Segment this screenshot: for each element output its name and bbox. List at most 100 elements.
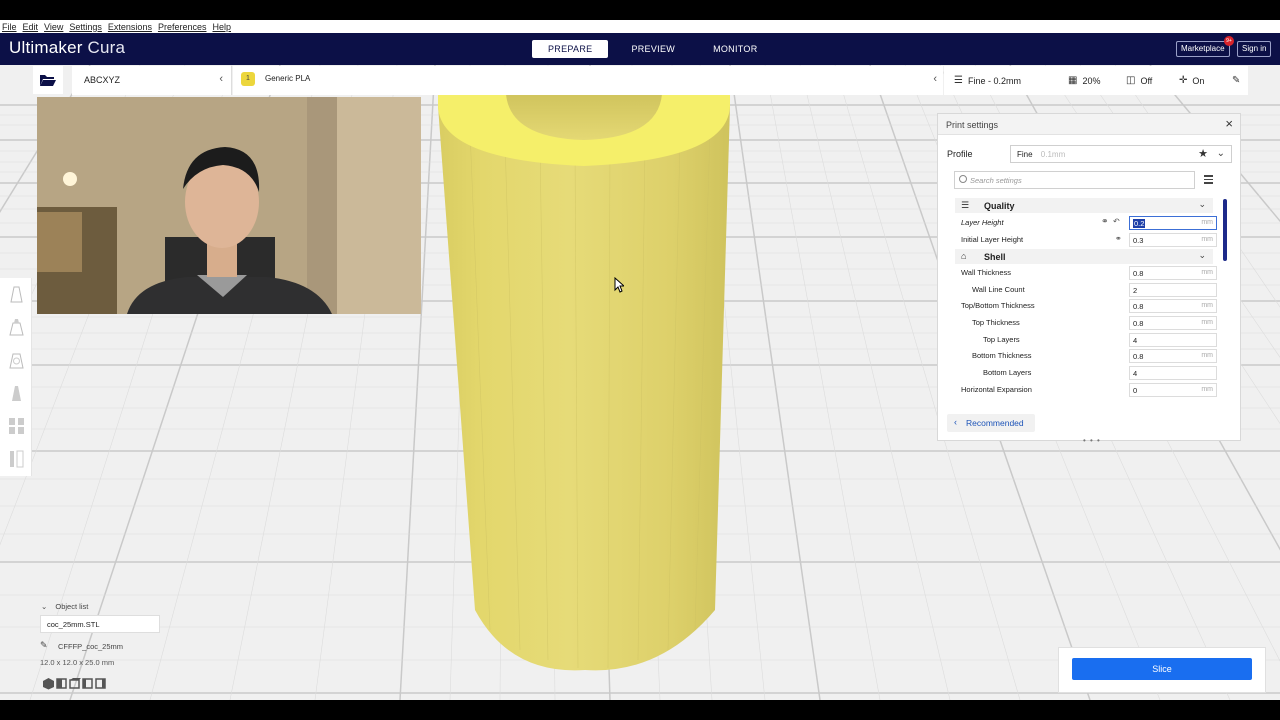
category-quality[interactable]: ☰ Quality ⌄ — [955, 198, 1213, 213]
setting-row-layer-height: Layer Height ⚭ ↶ 0.2 mm — [955, 215, 1217, 231]
setting-label: Bottom Thickness — [972, 351, 1032, 360]
print-settings-panel: Print settings × Profile Fine 0.1mm ★ ⌄ … — [937, 113, 1241, 445]
scale-tool-icon[interactable] — [7, 317, 25, 337]
menu-edit[interactable]: Edit — [23, 22, 39, 32]
setting-label: Wall Thickness — [961, 268, 1012, 277]
setting-input[interactable]: 0.8 mm — [1129, 349, 1217, 363]
reset-icon[interactable]: ↶ — [1113, 217, 1120, 226]
setting-input[interactable]: 0 mm — [1129, 383, 1217, 397]
move-tool-icon[interactable] — [7, 284, 25, 304]
webcam-overlay — [37, 97, 421, 314]
setting-input[interactable]: 4 — [1129, 333, 1217, 347]
category-label: Shell — [984, 252, 1006, 262]
printer-selector[interactable]: ABCXYZ ‹ — [72, 66, 232, 95]
infill-value: 20% — [1082, 75, 1101, 86]
slice-button[interactable]: Slice — [1072, 658, 1252, 680]
setting-label: Bottom Layers — [983, 368, 1032, 377]
object-list-label: Object list — [55, 602, 89, 611]
panel-header: Print settings × — [938, 114, 1240, 135]
layers-icon: ☰ — [954, 75, 963, 86]
camera-view-buttons — [42, 677, 107, 690]
per-model-settings-icon[interactable] — [7, 416, 25, 436]
profile-dropdown[interactable]: Fine 0.1mm ★ ⌄ — [1010, 145, 1232, 163]
profile-value: Fine — [1017, 150, 1033, 159]
tab-prepare[interactable]: PREPARE — [532, 40, 609, 58]
setting-value: 0.3 — [1133, 236, 1144, 245]
menu-help[interactable]: Help — [212, 22, 231, 32]
setting-row-bottom-thickness: Bottom Thickness 0.8 mm — [955, 348, 1217, 364]
setting-value: 0 — [1133, 386, 1138, 395]
setting-label: Top Thickness — [972, 318, 1020, 327]
setting-input[interactable]: 0.3 mm — [1129, 233, 1217, 247]
3d-model-cylinder[interactable] — [430, 90, 740, 675]
setting-input[interactable]: 2 — [1129, 283, 1217, 297]
profile-label: Profile — [947, 149, 973, 159]
search-settings-input[interactable]: Search settings — [954, 171, 1195, 189]
view-front-icon[interactable] — [55, 677, 68, 690]
star-icon[interactable]: ★ — [1198, 147, 1208, 160]
mirror-tool-icon[interactable] — [7, 383, 25, 403]
stage-tabs: PREPARE PREVIEW MONITOR — [532, 40, 781, 58]
setting-value: 0.8 — [1133, 352, 1144, 361]
setting-value: 0.8 — [1133, 269, 1144, 278]
setting-label: Layer Height — [961, 218, 1004, 227]
marketplace-badge: 9+ — [1224, 36, 1234, 46]
marketplace-button[interactable]: Marketplace — [1176, 41, 1230, 57]
setting-row-wall-thickness: Wall Thickness 0.8 mm — [955, 265, 1217, 281]
view-3d-icon[interactable] — [42, 677, 55, 690]
object-list-item[interactable]: coc_25mm.STL — [40, 615, 160, 633]
support-blocker-icon[interactable] — [7, 449, 25, 469]
profile-value-wrap: Fine 0.1mm — [1017, 150, 1065, 159]
setting-row-top-layers: Top Layers 4 — [955, 332, 1217, 348]
setting-value: 0.8 — [1133, 302, 1144, 311]
object-file-name: coc_25mm.STL — [47, 620, 100, 629]
edit-settings-button[interactable]: ✎ — [1232, 75, 1245, 86]
setting-input[interactable]: 0.8 mm — [1129, 316, 1217, 330]
menu-file[interactable]: File — [2, 22, 17, 32]
link-icon: ⚭ — [1115, 234, 1122, 243]
rotate-tool-icon[interactable] — [7, 350, 25, 370]
recommended-button[interactable]: ‹ Recommended — [947, 414, 1035, 432]
menu-extensions[interactable]: Extensions — [108, 22, 152, 32]
view-top-icon[interactable] — [68, 677, 81, 690]
tool-column — [0, 278, 32, 476]
menu-settings[interactable]: Settings — [69, 22, 102, 32]
settings-scrollbar[interactable] — [1223, 199, 1227, 261]
menu-view[interactable]: View — [44, 22, 63, 32]
printer-name: ABCXYZ — [84, 75, 121, 85]
setting-label: Top/Bottom Thickness — [961, 301, 1035, 310]
panel-resize-handle[interactable]: • • • — [1083, 436, 1101, 445]
setting-input[interactable]: 0.8 mm — [1129, 299, 1217, 313]
webcam-image — [37, 97, 421, 314]
setting-input[interactable]: 4 — [1129, 366, 1217, 380]
view-left-icon[interactable] — [81, 677, 94, 690]
tab-monitor[interactable]: MONITOR — [698, 40, 772, 58]
print-settings-summary[interactable]: ☰ Fine - 0.2mm ▦ 20% ◫ Off ✛ On ✎ — [944, 66, 1248, 95]
object-list-header[interactable]: ⌄ Object list — [41, 602, 88, 611]
material-name: Generic PLA — [265, 74, 311, 83]
menu-preferences[interactable]: Preferences — [158, 22, 207, 32]
setting-label: Top Layers — [983, 335, 1020, 344]
view-right-icon[interactable] — [94, 677, 107, 690]
open-file-button[interactable] — [33, 66, 63, 94]
material-selector[interactable]: 1 Generic PLA ‹ — [233, 66, 943, 95]
pencil-icon[interactable]: ✎ — [40, 640, 48, 651]
close-icon[interactable]: × — [1225, 116, 1233, 131]
category-label: Quality — [984, 201, 1015, 211]
adhesion-summary: ✛ On — [1179, 75, 1204, 86]
tab-preview[interactable]: PREVIEW — [616, 40, 690, 58]
extruder-badge-icon: 1 — [241, 72, 255, 86]
setting-label: Horizontal Expansion — [961, 385, 1032, 394]
settings-visibility-menu-icon[interactable] — [1204, 175, 1213, 186]
app-header: Ultimaker Cura PREPARE PREVIEW MONITOR M… — [0, 33, 1280, 65]
setting-label: Wall Line Count — [972, 285, 1025, 294]
sign-in-button[interactable]: Sign in — [1237, 41, 1272, 57]
setting-input[interactable]: 0.2 mm — [1129, 216, 1217, 230]
setting-row-top-bottom-thickness: Top/Bottom Thickness 0.8 mm — [955, 298, 1217, 314]
category-shell[interactable]: ⌂ Shell ⌄ — [955, 249, 1213, 264]
logo-brand: Ultimaker — [9, 38, 83, 57]
setting-input[interactable]: 0.8 mm — [1129, 266, 1217, 280]
video-letterbox-bottom — [0, 700, 1280, 720]
app-logo: Ultimaker Cura — [9, 38, 125, 58]
object-dimensions: 12.0 x 12.0 x 25.0 mm — [40, 658, 115, 667]
